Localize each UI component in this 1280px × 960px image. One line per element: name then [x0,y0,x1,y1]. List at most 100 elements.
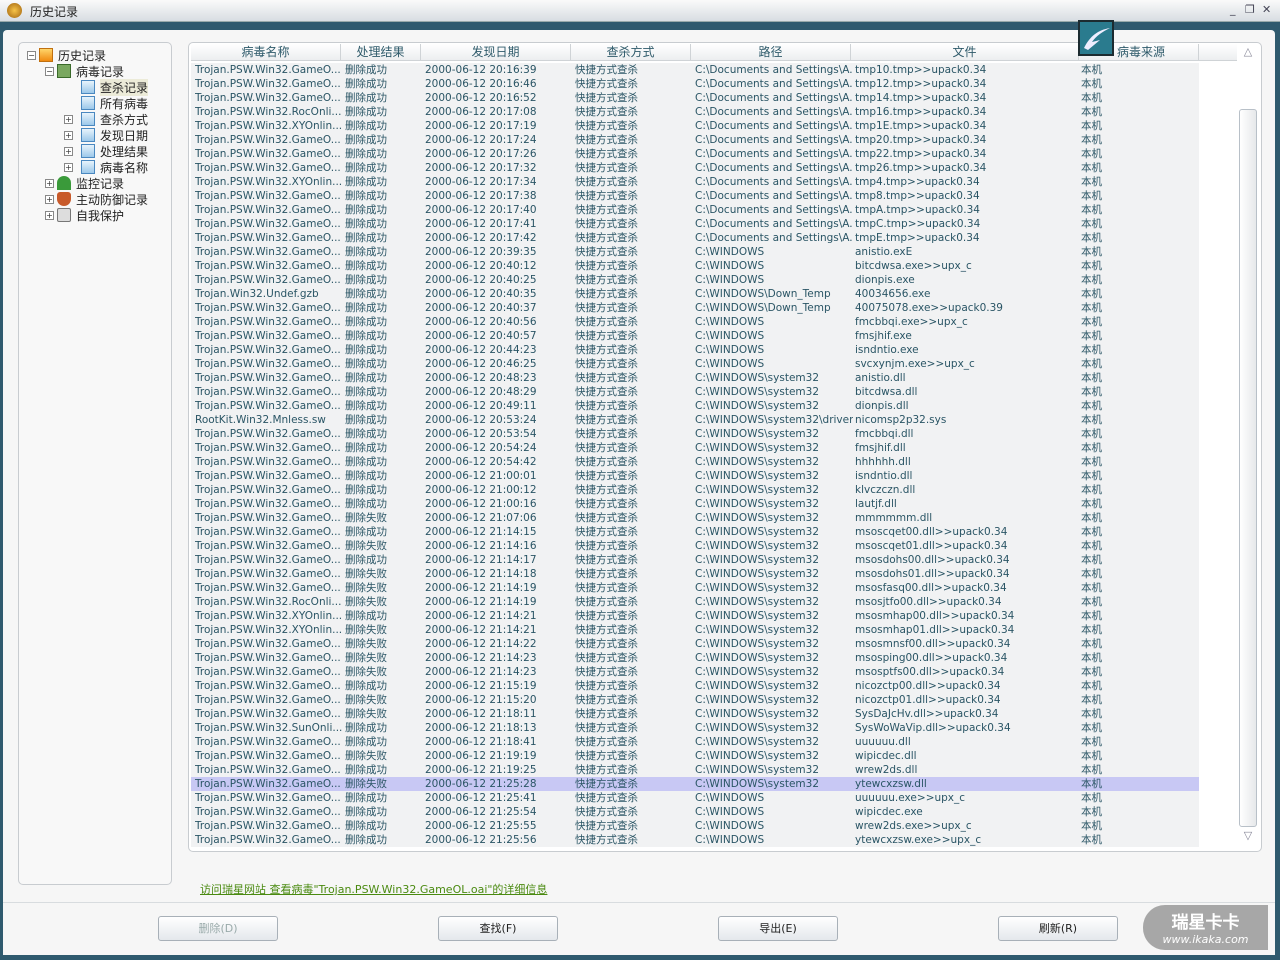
table-row[interactable]: Trojan.PSW.Win32.GameO... 删除成功 2000-06-12 … [191,357,1199,371]
table-row[interactable]: Trojan.PSW.Win32.GameO... 删除成功 2000-06-12 … [191,147,1199,161]
table-row[interactable]: Trojan.PSW.Win32.GameO... 删除成功 2000-06-12 … [191,483,1199,497]
export-button[interactable]: 导出(E) [718,916,838,941]
vertical-scrollbar[interactable]: △ ▽ [1237,43,1259,851]
column-header-file[interactable]: 文件 [851,44,1079,61]
tree-item-all-viruses[interactable]: 所有病毒 [81,95,148,111]
virus-detail-link[interactable]: 访问瑞星网站 查看病毒"Trojan.PSW.Win32.GameOL.oai"… [200,881,547,897]
cell-result: 删除成功 [345,680,387,692]
table-row[interactable]: Trojan.PSW.Win32.GameO... 删除失败 2000-06-12 … [191,567,1199,581]
table-row[interactable]: Trojan.PSW.Win32.RocOnli... 删除失败 2000-06-1… [191,595,1199,609]
table-row[interactable]: Trojan.PSW.Win32.GameO... 删除成功 2000-06-12 … [191,805,1199,819]
cell-method: 快捷方式查杀 [575,470,638,482]
cell-file: tmp26.tmp>>upack0.34 [855,162,987,174]
table-row[interactable]: Trojan.PSW.Win32.GameO... 删除成功 2000-06-12 … [191,301,1199,315]
cell-date: 2000-06-12 20:17:32 [425,162,537,174]
table-row[interactable]: Trojan.PSW.Win32.GameO... 删除成功 2000-06-12 … [191,259,1199,273]
expand-icon[interactable]: + [64,146,73,156]
column-header-path[interactable]: 路径 [691,44,851,61]
tree-item-result[interactable]: + 处理结果 [64,143,148,159]
table-row[interactable]: Trojan.PSW.Win32.GameO... 删除失败 2000-06-12 … [191,651,1199,665]
expand-icon[interactable]: + [64,162,73,172]
tree-item-scan-records[interactable]: 查杀记录 [81,78,149,96]
table-row[interactable]: Trojan.PSW.Win32.GameO... 删除失败 2000-06-12 … [191,749,1199,763]
minimize-button[interactable]: _ [1230,3,1236,16]
table-row[interactable]: Trojan.PSW.Win32.GameO... 删除成功 2000-06-12 … [191,203,1199,217]
find-button[interactable]: 查找(F) [438,916,558,941]
table-row[interactable]: Trojan.PSW.Win32.SunOnli... 删除成功 2000-06-1… [191,721,1199,735]
expand-icon[interactable]: + [45,210,54,220]
table-row[interactable]: Trojan.PSW.Win32.GameO... 删除成功 2000-06-12 … [191,133,1199,147]
table-row[interactable]: Trojan.PSW.Win32.GameO... 删除成功 2000-06-12 … [191,497,1199,511]
table-row[interactable]: Trojan.PSW.Win32.GameO... 删除成功 2000-06-12 … [191,525,1199,539]
table-row[interactable]: Trojan.PSW.Win32.GameO... 删除失败 2000-06-12 … [191,581,1199,595]
table-row[interactable]: Trojan.PSW.Win32.GameO... 删除失败 2000-06-12 … [191,777,1199,791]
collapse-icon[interactable]: − [27,50,36,60]
delete-button[interactable]: 删除(D) [158,916,278,941]
table-row[interactable]: Trojan.PSW.Win32.GameO... 删除成功 2000-06-12 … [191,315,1199,329]
tree-item-monitor[interactable]: + 监控记录 [45,175,124,191]
column-header-virus-name[interactable]: 病毒名称 [191,44,341,61]
table-row[interactable]: Trojan.PSW.Win32.GameO... 删除成功 2000-06-12 … [191,77,1199,91]
expand-icon[interactable]: + [45,194,54,204]
tree-item-active-defense[interactable]: + 主动防御记录 [45,191,148,207]
expand-icon[interactable]: + [64,130,73,140]
table-row[interactable]: Trojan.PSW.Win32.RocOnli... 删除成功 2000-06-1… [191,105,1199,119]
table-row[interactable]: Trojan.PSW.Win32.GameO... 删除成功 2000-06-12 … [191,427,1199,441]
table-row[interactable]: Trojan.PSW.Win32.GameO... 删除成功 2000-06-12 … [191,343,1199,357]
table-row[interactable]: Trojan.Win32.Undef.gzb 删除成功 2000-06-12 20:… [191,287,1199,301]
table-row[interactable]: Trojan.PSW.Win32.GameO... 删除成功 2000-06-12 … [191,679,1199,693]
close-button[interactable]: ✕ [1262,3,1271,16]
column-header-result[interactable]: 处理结果 [341,44,421,61]
table-row[interactable]: Trojan.PSW.Win32.GameO... 删除成功 2000-06-12 … [191,553,1199,567]
table-row[interactable]: Trojan.PSW.Win32.GameO... 删除成功 2000-06-12 … [191,371,1199,385]
table-row[interactable]: Trojan.PSW.Win32.GameO... 删除成功 2000-06-12 … [191,763,1199,777]
scroll-up-icon[interactable]: △ [1241,45,1255,59]
column-header-date[interactable]: 发现日期 [421,44,571,61]
table-row[interactable]: Trojan.PSW.Win32.XYOnlin... 删除失败 2000-06-1… [191,623,1199,637]
table-row[interactable]: Trojan.PSW.Win32.XYOnlin... 删除成功 2000-06-1… [191,609,1199,623]
table-row[interactable]: Trojan.PSW.Win32.GameO... 删除成功 2000-06-12 … [191,217,1199,231]
table-row[interactable]: Trojan.PSW.Win32.GameO... 删除成功 2000-06-12 … [191,399,1199,413]
table-row[interactable]: Trojan.PSW.Win32.GameO... 删除成功 2000-06-12 … [191,735,1199,749]
table-row[interactable]: Trojan.PSW.Win32.GameO... 删除成功 2000-06-12 … [191,819,1199,833]
tree-item-self-protect[interactable]: + 自我保护 [45,207,124,223]
tree-item-virus-records[interactable]: − 病毒记录 [45,63,124,79]
table-row[interactable]: Trojan.PSW.Win32.GameO... 删除失败 2000-06-12 … [191,693,1199,707]
table-row[interactable]: Trojan.PSW.Win32.GameO... 删除成功 2000-06-12 … [191,455,1199,469]
table-row[interactable]: Trojan.PSW.Win32.GameO... 删除失败 2000-06-12 … [191,707,1199,721]
table-row[interactable]: Trojan.PSW.Win32.XYOnlin... 删除成功 2000-06-1… [191,119,1199,133]
table-row[interactable]: Trojan.PSW.Win32.GameO... 删除成功 2000-06-12 … [191,161,1199,175]
collapse-icon[interactable]: − [45,66,54,76]
table-row[interactable]: Trojan.PSW.Win32.GameO... 删除失败 2000-06-12 … [191,637,1199,651]
scroll-down-icon[interactable]: ▽ [1241,829,1255,843]
tree-item-found-date[interactable]: + 发现日期 [64,127,148,143]
table-row[interactable]: Trojan.PSW.Win32.GameO... 删除成功 2000-06-12 … [191,791,1199,805]
restore-button[interactable]: ❐ [1245,3,1255,16]
table-row[interactable]: RootKit.Win32.Mnless.sw 删除成功 2000-06-12 20… [191,413,1199,427]
table-row[interactable]: Trojan.PSW.Win32.GameO... 删除成功 2000-06-12 … [191,231,1199,245]
expand-icon[interactable]: + [45,178,54,188]
scroll-thumb[interactable] [1239,109,1257,827]
cell-result: 删除失败 [345,638,387,650]
table-row[interactable]: Trojan.PSW.Win32.GameO... 删除失败 2000-06-12 … [191,665,1199,679]
table-row[interactable]: Trojan.PSW.Win32.GameO... 删除失败 2000-06-12 … [191,539,1199,553]
table-row[interactable]: Trojan.PSW.Win32.GameO... 删除成功 2000-06-12 … [191,63,1199,77]
tree-item-scan-method[interactable]: + 查杀方式 [64,111,148,127]
tree-item-history[interactable]: − 历史记录 [27,47,106,63]
table-row[interactable]: Trojan.PSW.Win32.GameO... 删除成功 2000-06-12 … [191,385,1199,399]
table-row[interactable]: Trojan.PSW.Win32.GameO... 删除成功 2000-06-12 … [191,833,1199,847]
table-row[interactable]: Trojan.PSW.Win32.GameO... 删除成功 2000-06-12 … [191,469,1199,483]
table-row[interactable]: Trojan.PSW.Win32.GameO... 删除成功 2000-06-12 … [191,329,1199,343]
cell-method: 快捷方式查杀 [575,778,638,790]
expand-icon[interactable]: + [64,114,73,124]
table-row[interactable]: Trojan.PSW.Win32.GameO... 删除成功 2000-06-12 … [191,245,1199,259]
table-row[interactable]: Trojan.PSW.Win32.GameO... 删除成功 2000-06-12 … [191,273,1199,287]
table-row[interactable]: Trojan.PSW.Win32.GameO... 删除失败 2000-06-12 … [191,511,1199,525]
table-row[interactable]: Trojan.PSW.Win32.GameO... 删除成功 2000-06-12 … [191,189,1199,203]
table-row[interactable]: Trojan.PSW.Win32.GameO... 删除成功 2000-06-12 … [191,91,1199,105]
refresh-button[interactable]: 刷新(R) [998,916,1118,941]
table-row[interactable]: Trojan.PSW.Win32.GameO... 删除成功 2000-06-12 … [191,441,1199,455]
table-row[interactable]: Trojan.PSW.Win32.XYOnlin... 删除成功 2000-06-1… [191,175,1199,189]
tree-item-virus-name[interactable]: + 病毒名称 [64,159,148,175]
column-header-method[interactable]: 查杀方式 [571,44,691,61]
